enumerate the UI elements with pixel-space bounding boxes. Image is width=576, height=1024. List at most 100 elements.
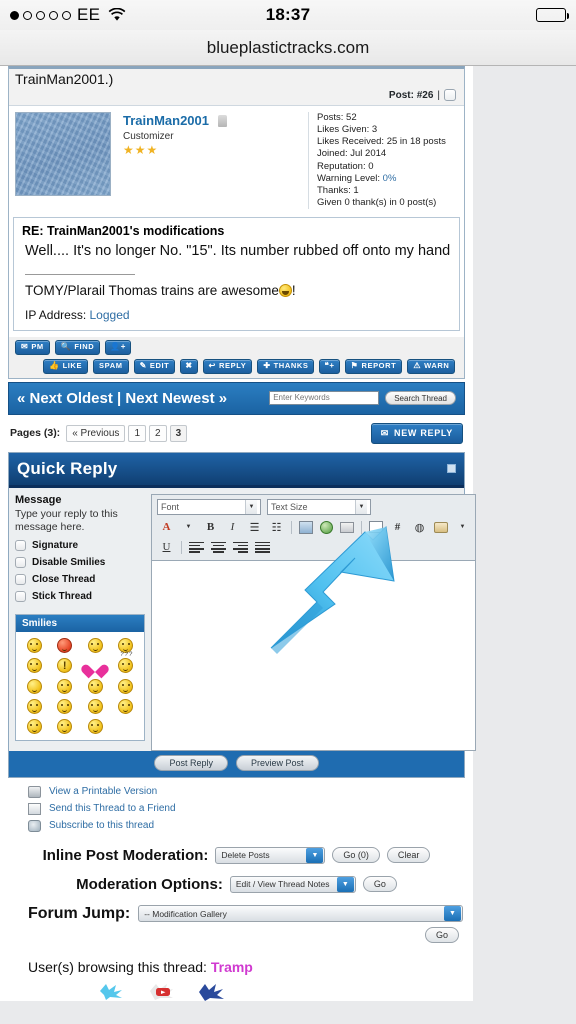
- option-stick-thread[interactable]: Stick Thread: [15, 590, 145, 602]
- image-icon[interactable]: [299, 520, 313, 534]
- italic-icon[interactable]: I: [225, 520, 240, 535]
- option-close-thread[interactable]: Close Thread: [15, 573, 145, 585]
- stick-thread-checkbox[interactable]: [15, 590, 26, 602]
- smiley-blush-icon[interactable]: [26, 698, 42, 714]
- minimize-icon[interactable]: [447, 464, 456, 474]
- smiley-glasses-icon[interactable]: [26, 637, 42, 653]
- pm-button[interactable]: ✉ PM: [15, 339, 50, 355]
- smiley-smile-icon[interactable]: [87, 637, 103, 653]
- browsing-username[interactable]: Tramp: [211, 959, 253, 975]
- delete-button[interactable]: ✖: [180, 358, 198, 374]
- printable-version-link[interactable]: View a Printable Version: [49, 786, 157, 797]
- previous-page-button[interactable]: « Previous: [66, 424, 126, 442]
- thanks-button[interactable]: ✚ THANKS: [257, 358, 315, 374]
- edit-button[interactable]: ✎ EDIT: [133, 358, 176, 374]
- align-center-icon[interactable]: [211, 541, 226, 553]
- smiley-biggrin-icon[interactable]: [87, 698, 103, 714]
- printable-version-row[interactable]: View a Printable Version: [28, 785, 473, 798]
- ip-logged-link[interactable]: Logged: [90, 308, 130, 322]
- font-select[interactable]: Font ▼: [157, 498, 261, 515]
- inline-moderation-go-button[interactable]: Go (0): [332, 847, 380, 864]
- page-2-button[interactable]: 2: [149, 424, 167, 442]
- align-justify-icon[interactable]: [255, 541, 270, 553]
- smiley-crazy-icon[interactable]: [57, 698, 73, 714]
- quote-add-icon: ❝+: [324, 361, 335, 371]
- unordered-list-icon[interactable]: ☷: [269, 520, 284, 535]
- font-color-icon[interactable]: A: [159, 520, 174, 535]
- reply-button[interactable]: ↩ REPLY: [202, 358, 253, 374]
- option-signature[interactable]: Signature: [15, 539, 145, 551]
- video-icon[interactable]: [434, 521, 448, 533]
- send-to-friend-link[interactable]: Send this Thread to a Friend: [49, 803, 176, 814]
- link-icon[interactable]: [320, 520, 333, 534]
- option-disable-smilies[interactable]: Disable Smilies: [15, 556, 145, 568]
- forum-jump-go-button[interactable]: Go: [424, 926, 459, 943]
- inline-moderation-select[interactable]: Delete Posts ▼: [215, 846, 326, 864]
- smiley-sad-icon[interactable]: [87, 718, 103, 734]
- php-icon[interactable]: #: [390, 520, 405, 535]
- quote-add-button[interactable]: ❝+: [319, 358, 340, 374]
- report-button[interactable]: ⚑ REPORT: [344, 358, 403, 374]
- facebook-splat-icon[interactable]: [196, 981, 230, 1001]
- preview-post-button[interactable]: Preview Post: [236, 754, 319, 771]
- send-to-friend-row[interactable]: Send this Thread to a Friend: [28, 802, 473, 815]
- align-left-icon[interactable]: [189, 541, 204, 553]
- browser-address-bar[interactable]: blueplastictracks.com: [0, 30, 576, 66]
- smiley-tongue-icon[interactable]: [118, 698, 134, 714]
- smiley-angry-icon[interactable]: [57, 637, 73, 653]
- forum-jump-select[interactable]: -- Modification Gallery ▼: [138, 905, 463, 923]
- email-icon[interactable]: [340, 521, 354, 533]
- code-icon[interactable]: ◍: [412, 520, 427, 535]
- warn-icon: ⚠: [413, 361, 422, 371]
- text-size-select[interactable]: Text Size ▼: [267, 498, 371, 515]
- warning-level-value[interactable]: 0%: [383, 173, 397, 184]
- search-input[interactable]: [269, 390, 380, 405]
- twitter-splat-icon[interactable]: [96, 981, 130, 1001]
- new-reply-button[interactable]: ✉ NEW REPLY: [370, 422, 463, 444]
- moderation-options-select[interactable]: Edit / View Thread Notes ▼: [229, 875, 356, 893]
- like-button[interactable]: 👍 LIKE: [43, 358, 89, 374]
- avatar[interactable]: [15, 112, 111, 196]
- ordered-list-icon[interactable]: ☰: [247, 520, 262, 535]
- next-oldest-newest-links[interactable]: « Next Oldest | Next Newest »: [17, 389, 227, 408]
- reply-textarea[interactable]: [151, 560, 476, 751]
- smiley-wink-icon[interactable]: [87, 678, 103, 694]
- search-thread-button[interactable]: Search Thread: [385, 390, 456, 405]
- subscribe-link[interactable]: Subscribe to this thread: [49, 820, 154, 831]
- smiley-rolleyes-icon[interactable]: [118, 637, 134, 653]
- smiley-idea-icon[interactable]: [26, 678, 42, 694]
- underline-icon[interactable]: U: [159, 540, 174, 555]
- warn-button[interactable]: ⚠ WARN: [407, 358, 456, 374]
- disable-smilies-checkbox[interactable]: [15, 556, 26, 568]
- spam-button[interactable]: SPAM: [93, 358, 129, 374]
- page-3-button-current[interactable]: 3: [169, 424, 188, 442]
- align-right-icon[interactable]: [233, 541, 248, 553]
- smiley-cool-icon[interactable]: [26, 657, 42, 673]
- smiley-exclaim-icon[interactable]: [57, 657, 73, 673]
- bold-icon[interactable]: B: [203, 520, 218, 535]
- smiley-happy-icon[interactable]: [26, 718, 42, 734]
- youtube-splat-icon[interactable]: [146, 981, 180, 1001]
- smiley-heart-icon[interactable]: [87, 658, 104, 674]
- signature-checkbox[interactable]: [15, 539, 26, 551]
- webpage-viewport[interactable]: TrainMan2001.) Post: #26 | TrainMan2001 …: [0, 66, 576, 1024]
- subscribe-row[interactable]: Subscribe to this thread: [28, 819, 473, 832]
- post-select-checkbox[interactable]: [444, 89, 456, 101]
- post-author-username[interactable]: TrainMan2001: [123, 113, 209, 128]
- moderation-options-go-button[interactable]: Go: [362, 876, 397, 893]
- page-url[interactable]: blueplastictracks.com: [207, 38, 370, 58]
- add-buddy-button[interactable]: 👤+: [105, 339, 132, 355]
- quote-icon[interactable]: [369, 521, 383, 534]
- post-reply-button[interactable]: Post Reply: [154, 754, 228, 771]
- page-1-button[interactable]: 1: [128, 424, 146, 442]
- close-thread-checkbox[interactable]: [15, 573, 26, 585]
- smiley-confused-icon[interactable]: [57, 678, 73, 694]
- smiley-sleepy-icon[interactable]: ???: [118, 652, 134, 673]
- post-number[interactable]: Post: #26: [389, 90, 433, 101]
- smiley-grin2-icon[interactable]: [57, 718, 73, 734]
- color-dropdown-icon[interactable]: ▼: [181, 520, 196, 535]
- inline-moderation-clear-button[interactable]: Clear: [386, 847, 431, 864]
- smiley-laugh-icon[interactable]: [118, 678, 134, 694]
- find-button[interactable]: 🔍 FIND: [54, 339, 101, 355]
- video-dropdown-icon[interactable]: ▼: [455, 520, 470, 535]
